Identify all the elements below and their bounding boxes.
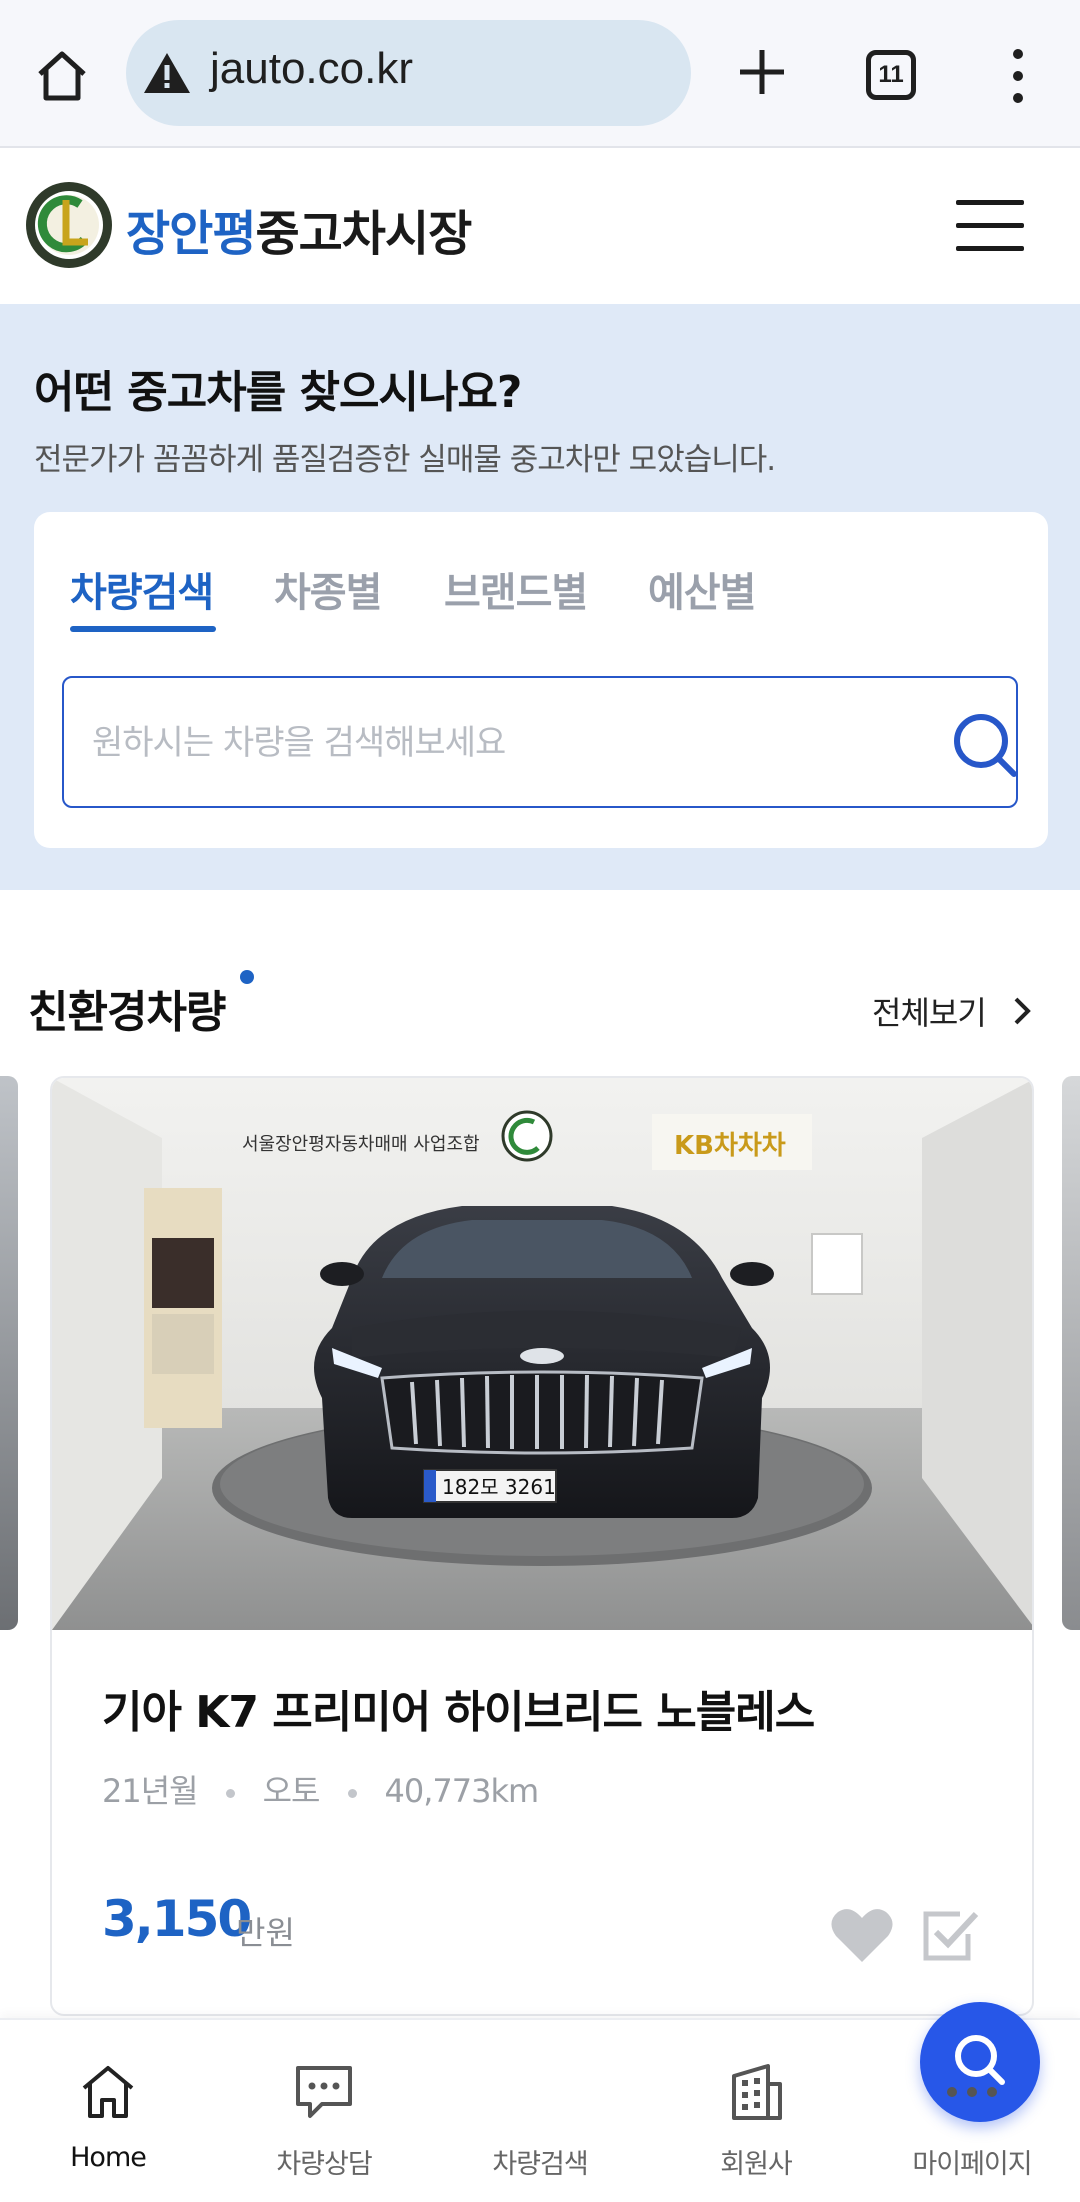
meta-separator bbox=[225, 1788, 235, 1798]
prev-card-peek[interactable] bbox=[0, 1076, 18, 1630]
chevron-right-icon[interactable] bbox=[1010, 996, 1034, 1026]
car-meta: 21년월 오토 40,773km bbox=[102, 1766, 540, 1812]
next-card-peek[interactable] bbox=[1062, 1076, 1080, 1630]
meta-separator bbox=[347, 1788, 357, 1798]
photo-banner-text: 서울장안평자동차매매 사업조합 bbox=[242, 1134, 480, 1155]
building-icon bbox=[732, 2064, 782, 2120]
search-input[interactable] bbox=[92, 718, 892, 768]
car-price-unit: 만원 bbox=[236, 1914, 295, 1952]
browser-menu-icon[interactable] bbox=[1000, 44, 1036, 108]
search-title: 어떤 중고차를 찾으시나요? bbox=[34, 367, 522, 418]
tab-by-brand[interactable]: 브랜드별 bbox=[444, 560, 588, 618]
browser-home-icon[interactable] bbox=[30, 44, 94, 108]
search-subtitle: 전문가가 꼼꼼하게 품질검증한 실매물 중고차만 모았습니다. bbox=[34, 442, 776, 478]
nav-mypage-label: 마이페이지 bbox=[912, 2149, 1032, 2180]
car-name[interactable]: 기아 K7 프리미어 하이브리드 노블레스 bbox=[102, 1676, 815, 1740]
new-tab-icon[interactable] bbox=[734, 44, 790, 100]
car-transmission: 오토 bbox=[262, 1772, 321, 1810]
nav-members-label: 회원사 bbox=[720, 2149, 793, 2180]
car-year: 21년월 bbox=[102, 1772, 199, 1810]
compare-checkbox-icon[interactable] bbox=[920, 1904, 980, 1964]
warning-icon[interactable] bbox=[142, 50, 192, 96]
tab-switcher-button[interactable]: 11 bbox=[866, 50, 916, 100]
nav-consult[interactable]: 차량상담 bbox=[224, 2020, 424, 2202]
hamburger-menu-icon[interactable] bbox=[956, 200, 1024, 252]
logo-emblem-icon[interactable] bbox=[24, 180, 114, 270]
search-section: 어떤 중고차를 찾으시나요? 전문가가 꼼꼼하게 품질검증한 실매물 중고차만 … bbox=[0, 304, 1080, 890]
license-plate-text: 182모 3261 bbox=[442, 1475, 556, 1499]
view-all-link[interactable]: 전체보기 bbox=[872, 988, 987, 1034]
url-text[interactable]: jauto.co.kr bbox=[210, 44, 413, 94]
logo-text-blue: 장안평 bbox=[126, 206, 256, 262]
more-icon bbox=[947, 2087, 997, 2097]
search-card: 차량검색 차종별 브랜드별 예산별 bbox=[34, 512, 1048, 848]
photo-kb-text: KB차차차 bbox=[674, 1131, 786, 1161]
section-title: 친환경차량 bbox=[28, 987, 226, 1038]
home-icon bbox=[82, 2066, 134, 2118]
nav-members[interactable]: 회원사 bbox=[656, 2020, 856, 2202]
tab-by-budget[interactable]: 예산별 bbox=[648, 560, 756, 618]
logo-text-dark: 중고차시장 bbox=[255, 206, 472, 262]
tab-vehicle-search[interactable]: 차량검색 bbox=[70, 560, 214, 618]
site-header: 장안평중고차시장 bbox=[0, 150, 1080, 304]
active-tab-indicator bbox=[70, 626, 216, 632]
nav-search[interactable]: 차량검색 bbox=[440, 2002, 1040, 2202]
car-photo[interactable]: 서울장안평자동차매매 사업조합 KB차차차 182모 3261 bbox=[52, 1078, 1034, 1630]
browser-toolbar: jauto.co.kr 11 bbox=[0, 0, 1080, 148]
nav-search-label: 차량검색 bbox=[492, 2149, 588, 2180]
search-box[interactable] bbox=[62, 676, 1018, 808]
heart-icon[interactable] bbox=[830, 1906, 894, 1964]
nav-home-label: Home bbox=[70, 2142, 147, 2173]
nav-mypage[interactable]: 마이페이지 bbox=[872, 2020, 1072, 2202]
car-card[interactable]: 서울장안평자동차매매 사업조합 KB차차차 182모 3261 기아 K7 프리… bbox=[50, 1076, 1034, 2016]
address-bar[interactable]: jauto.co.kr bbox=[126, 20, 691, 126]
site-logo[interactable]: 장안평중고차시장 bbox=[126, 194, 472, 264]
chat-icon bbox=[296, 2066, 352, 2118]
car-mileage: 40,773km bbox=[384, 1772, 540, 1810]
search-icon[interactable] bbox=[950, 710, 1020, 780]
nav-consult-label: 차량상담 bbox=[276, 2149, 372, 2180]
bottom-navigation: Home 차량상담 차량검색 회원사 마이페이지 bbox=[0, 2002, 1080, 2202]
nav-home[interactable]: Home bbox=[8, 2020, 208, 2202]
tab-by-type[interactable]: 차종별 bbox=[274, 560, 382, 618]
car-price: 3,150 bbox=[102, 1890, 252, 1948]
section-dot bbox=[240, 970, 254, 984]
